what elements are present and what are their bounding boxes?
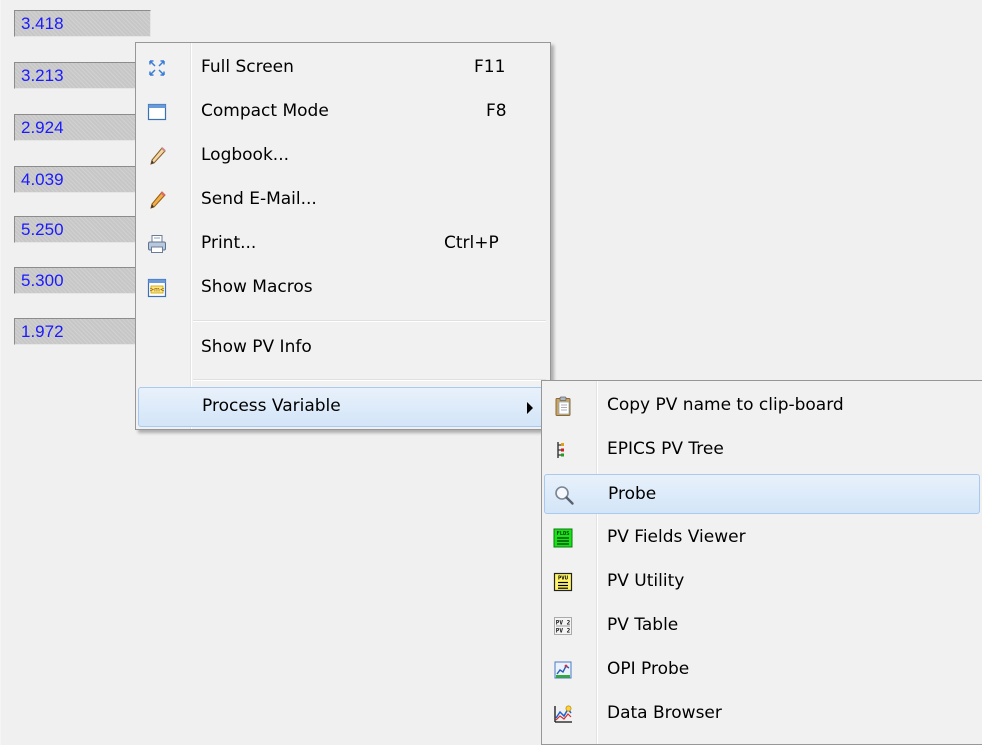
menu-item-pv-fields-viewer[interactable]: FLDS PV Fields Viewer [544,518,980,558]
magnifier-icon [553,484,575,506]
menu-item-show-pv-info[interactable]: Show PV Info [138,328,548,368]
fullscreen-icon [146,57,168,79]
menu-item-label: Copy PV name to clip-board [607,395,844,415]
submenu-arrow-icon [527,402,533,414]
menu-item-probe[interactable]: Probe [544,474,980,514]
menu-item-label: PV Utility [607,571,685,591]
window-icon [146,101,168,123]
svg-text:FLDS: FLDS [557,531,570,537]
menu-separator [193,379,546,381]
menu-item-compact-mode[interactable]: Compact Mode F8 [138,92,548,132]
menu-item-label: PV Table [607,615,679,635]
menu-item-label: Process Variable [202,396,341,416]
menu-item-send-email[interactable]: Send E-Mail... [138,180,548,220]
menu-item-epics-pv-tree[interactable]: EPICS PV Tree [544,430,980,470]
menu-item-process-variable[interactable]: Process Variable [138,387,548,427]
menu-item-label: EPICS PV Tree [607,439,724,459]
menu-item-full-screen[interactable]: Full Screen F11 [138,48,548,88]
menu-item-pv-table[interactable]: PV 2 PV 2 PV Table [544,606,980,646]
fields-icon: FLDS [552,527,574,549]
shortcut-label: F8 [486,101,507,121]
menu-item-label: Logbook... [201,145,290,165]
menu-item-data-browser[interactable]: Data Browser [544,694,980,734]
menu-item-label: Print... [201,233,257,253]
menu-item-show-macros[interactable]: >m< Show Macros [138,268,548,308]
data-browser-icon [552,703,574,725]
macros-icon: >m< [146,277,168,299]
menu-item-label: Show Macros [201,277,313,297]
shortcut-label: Ctrl+P [444,233,499,253]
clipboard-icon [552,395,574,417]
pv-value-readout[interactable]: 3.213 [14,62,151,89]
svg-text:PV 2: PV 2 [556,627,571,634]
pv-value-readout[interactable]: 5.250 [14,216,151,243]
svg-text:PVU: PVU [558,576,569,582]
pv-value-readout[interactable]: 3.418 [14,10,151,37]
pencil-icon [146,145,168,167]
menu-item-label: Data Browser [607,703,722,723]
svg-text:PV 2: PV 2 [556,620,571,627]
pvu-icon: PVU [552,571,574,593]
printer-icon [146,233,168,255]
menu-item-label: Compact Mode [201,101,329,121]
menu-item-label: Probe [608,484,657,504]
menu-item-pv-utility[interactable]: PVU PV Utility [544,562,980,602]
process-variable-submenu: Copy PV name to clip-board EPICS PV Tree [541,380,982,745]
menu-item-label: PV Fields Viewer [607,527,746,547]
opi-probe-icon [552,659,574,681]
menu-item-label: Full Screen [201,57,294,77]
menu-separator [193,320,546,322]
menu-item-copy-pv-name[interactable]: Copy PV name to clip-board [544,386,980,426]
context-menu: Full Screen F11 Compact Mode F8 Logbook.… [135,42,551,430]
tree-icon [552,439,574,461]
pencil-color-icon [146,189,168,211]
menu-item-opi-probe[interactable]: OPI Probe [544,650,980,690]
pv-value-readout[interactable]: 4.039 [14,166,151,193]
pv-value-readout[interactable]: 2.924 [14,114,151,141]
menu-item-logbook[interactable]: Logbook... [138,136,548,176]
shortcut-label: F11 [474,57,506,77]
menu-item-print[interactable]: Print... Ctrl+P [138,224,548,264]
menu-item-label: OPI Probe [607,659,690,679]
pv-value-readout[interactable]: 1.972 [14,318,151,345]
svg-text:>m<: >m< [149,288,165,294]
menu-item-label: Send E-Mail... [201,189,317,209]
display-canvas: 3.418 3.213 2.924 4.039 5.250 5.300 1.97… [0,0,982,745]
pv-table-icon: PV 2 PV 2 [552,615,574,637]
menu-item-label: Show PV Info [201,337,312,357]
pv-value-readout[interactable]: 5.300 [14,267,151,294]
